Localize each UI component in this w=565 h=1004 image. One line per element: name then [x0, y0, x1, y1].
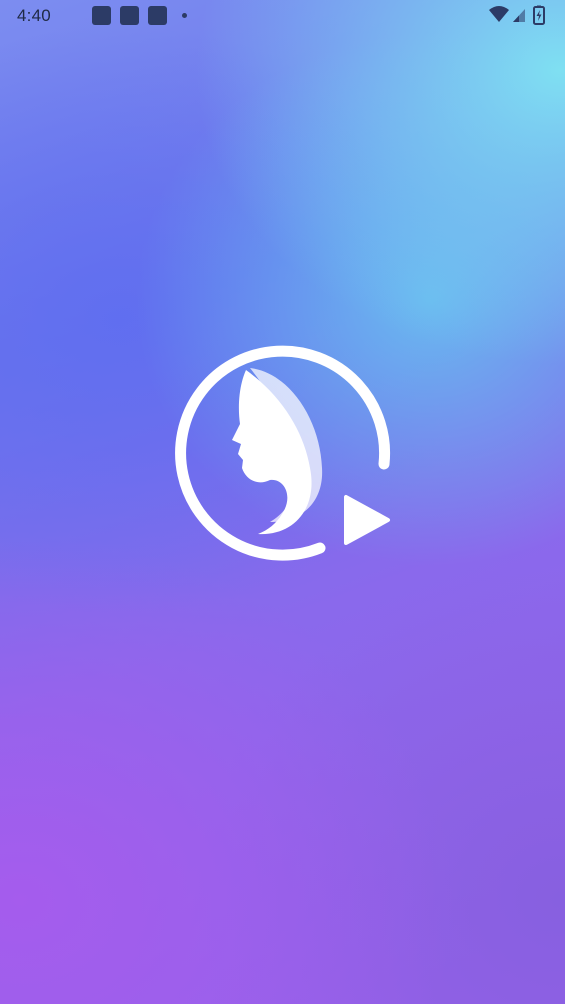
splash-screen: { "status_bar": { "time": "4:40", "notif… [0, 0, 565, 1004]
wifi-icon [489, 6, 509, 22]
more-notifications-dot [182, 13, 187, 18]
system-icons [489, 5, 545, 25]
battery-charging-icon [533, 5, 545, 25]
app-notification-icon [148, 6, 167, 25]
status-time: 4:40 [17, 6, 51, 25]
woman-profile-play-logo [175, 345, 391, 561]
cellular-signal-icon [513, 9, 525, 22]
app-notification-icon [92, 6, 111, 25]
app-notification-icon [120, 6, 139, 25]
status-bar: 4:40 [0, 0, 565, 32]
